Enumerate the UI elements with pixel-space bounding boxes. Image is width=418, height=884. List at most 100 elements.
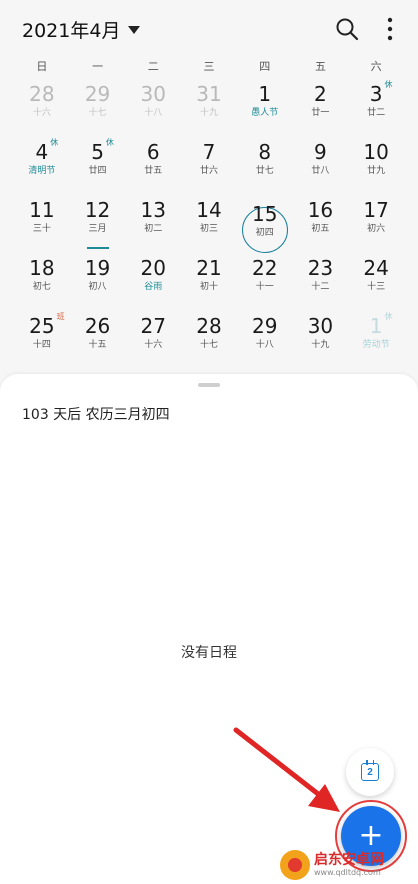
lunar-date: 廿一 (311, 108, 330, 118)
calendar-day[interactable]: 9 廿八 (293, 138, 349, 196)
selected-date-info: 103 天后 农历三月初四 (22, 407, 170, 423)
calendar-day[interactable]: 27 十六 (125, 312, 181, 370)
day-number: 9 (314, 140, 327, 164)
month-title: 2021年4月 (22, 20, 121, 42)
lunar-date: 三十 (32, 224, 51, 234)
lunar-date: 廿四 (88, 166, 107, 176)
day-number: 13 (140, 198, 166, 222)
day-number: 27 (140, 314, 166, 338)
calendar-day[interactable]: 30 十八 (125, 80, 181, 138)
caret-down-icon (128, 25, 141, 34)
day-number: 12 (84, 198, 111, 222)
calendar-day[interactable]: 19 初八 (70, 254, 126, 312)
day-number: 1休 (369, 312, 393, 338)
lunar-date: 十二 (311, 282, 330, 292)
month-selector[interactable]: 2021年4月 (22, 16, 141, 43)
lunar-date: 十七 (88, 108, 107, 118)
drag-handle[interactable] (198, 383, 220, 387)
day-number: 11 (29, 198, 55, 222)
calendar-day[interactable]: 31 十九 (181, 80, 237, 138)
watermark: 启东安卓网 www.qdltdq.com (280, 846, 418, 884)
lunar-date: 十六 (32, 108, 51, 118)
day-number: 29 (251, 314, 278, 338)
day-number: 1 (258, 82, 272, 106)
no-events-text: 没有日程 (181, 645, 237, 661)
lunar-date: 廿六 (199, 166, 218, 176)
calendar-day[interactable]: 6 廿五 (125, 138, 181, 196)
calendar-day-today[interactable]: 15 初四 (237, 196, 293, 254)
calendar-day[interactable]: 12 三月 (70, 196, 126, 254)
calendar-day[interactable]: 29 十七 (70, 80, 126, 138)
lunar-date: 初三 (199, 224, 218, 234)
day-number: 8 (258, 140, 272, 164)
lunar-date: 初十 (199, 282, 218, 292)
app-header: 2021年4月 (0, 0, 418, 56)
month-grid: 28 十六 29 十七 30 十八 31 十九 1 愚人节 2 廿一 3 休廿二 4 休清明节 5 休廿四 6 廿五 7… (14, 80, 404, 370)
weekday-label: 五 (314, 60, 326, 73)
calendar-day[interactable]: 4 休清明节 (14, 138, 70, 196)
workday-badge: 班 (56, 312, 65, 321)
lunar-date: 廿二 (367, 108, 386, 118)
calendar-day[interactable]: 7 廿六 (181, 138, 237, 196)
day-number: 23 (307, 256, 334, 280)
calendar-day[interactable]: 29 十八 (237, 312, 293, 370)
calendar-day[interactable]: 14 初三 (181, 196, 237, 254)
lunar-date: 十九 (199, 108, 218, 118)
lunar-date: 十四 (32, 340, 51, 350)
day-number: 22 (251, 256, 278, 280)
calendar-day[interactable]: 3 休廿二 (348, 80, 404, 138)
lunar-date: 清明节 (28, 166, 56, 176)
calendar-day[interactable]: 28 十七 (181, 312, 237, 370)
calendar-day[interactable]: 5 休廿四 (70, 138, 126, 196)
lunar-date: 十九 (311, 340, 330, 350)
holiday-badge: 休 (384, 312, 393, 321)
calendar-day[interactable]: 20 谷雨 (125, 254, 181, 312)
lunar-date: 廿八 (311, 166, 330, 176)
agenda-sheet: 103 天后 农历三月初四 没有日程 (0, 374, 418, 884)
lunar-date: 十八 (255, 340, 274, 350)
day-number: 24 (363, 256, 389, 280)
calendar-day[interactable]: 17 初六 (348, 196, 404, 254)
weekday-label: 日 (36, 60, 48, 73)
weekday-label: 一 (92, 60, 104, 73)
day-number: 18 (29, 256, 55, 280)
lunar-date: 十三 (367, 282, 386, 292)
lunar-date: 十八 (144, 108, 163, 118)
day-number: 16 (307, 198, 334, 222)
calendar-day[interactable]: 28 十六 (14, 80, 70, 138)
calendar-day[interactable]: 8 廿七 (237, 138, 293, 196)
calendar-day[interactable]: 30 十九 (293, 312, 349, 370)
calendar-day[interactable]: 16 初五 (293, 196, 349, 254)
calendar-day[interactable]: 21 初十 (181, 254, 237, 312)
lunar-month-start-marker (86, 247, 109, 249)
lunar-date: 廿九 (367, 166, 386, 176)
more-options-icon[interactable] (380, 14, 400, 44)
calendar-day[interactable]: 1 愚人节 (237, 80, 293, 138)
day-number: 21 (196, 256, 222, 280)
calendar-day[interactable]: 2 廿一 (293, 80, 349, 138)
holiday-badge: 休 (384, 80, 393, 89)
calendar-day[interactable]: 10 廿九 (348, 138, 404, 196)
day-number: 31 (196, 82, 222, 106)
calendar-day[interactable]: 1 休劳动节 (348, 312, 404, 370)
search-icon[interactable] (334, 16, 360, 42)
calendar-day[interactable]: 11 三十 (14, 196, 70, 254)
lunar-date: 初五 (311, 224, 330, 234)
calendar-day[interactable]: 18 初七 (14, 254, 70, 312)
calendar-day[interactable]: 26 十五 (70, 312, 126, 370)
lunar-date: 廿七 (255, 166, 274, 176)
calendar-day[interactable]: 22 十一 (237, 254, 293, 312)
weekday-label: 四 (259, 60, 271, 73)
calendar-day[interactable]: 23 十二 (293, 254, 349, 312)
weekday-label: 三 (203, 60, 215, 73)
calendar-day[interactable]: 25 班十四 (14, 312, 70, 370)
weekday-label: 二 (147, 60, 159, 73)
calendar-day[interactable]: 24 十三 (348, 254, 404, 312)
lunar-date: 三月 (88, 224, 107, 234)
calendar-day[interactable]: 13 初二 (125, 196, 181, 254)
go-to-today-button[interactable]: 2 (346, 748, 394, 796)
lunar-date: 十六 (144, 340, 163, 350)
weekday-label: 六 (370, 60, 382, 73)
day-number: 30 (140, 82, 166, 106)
day-number: 14 (196, 198, 222, 222)
